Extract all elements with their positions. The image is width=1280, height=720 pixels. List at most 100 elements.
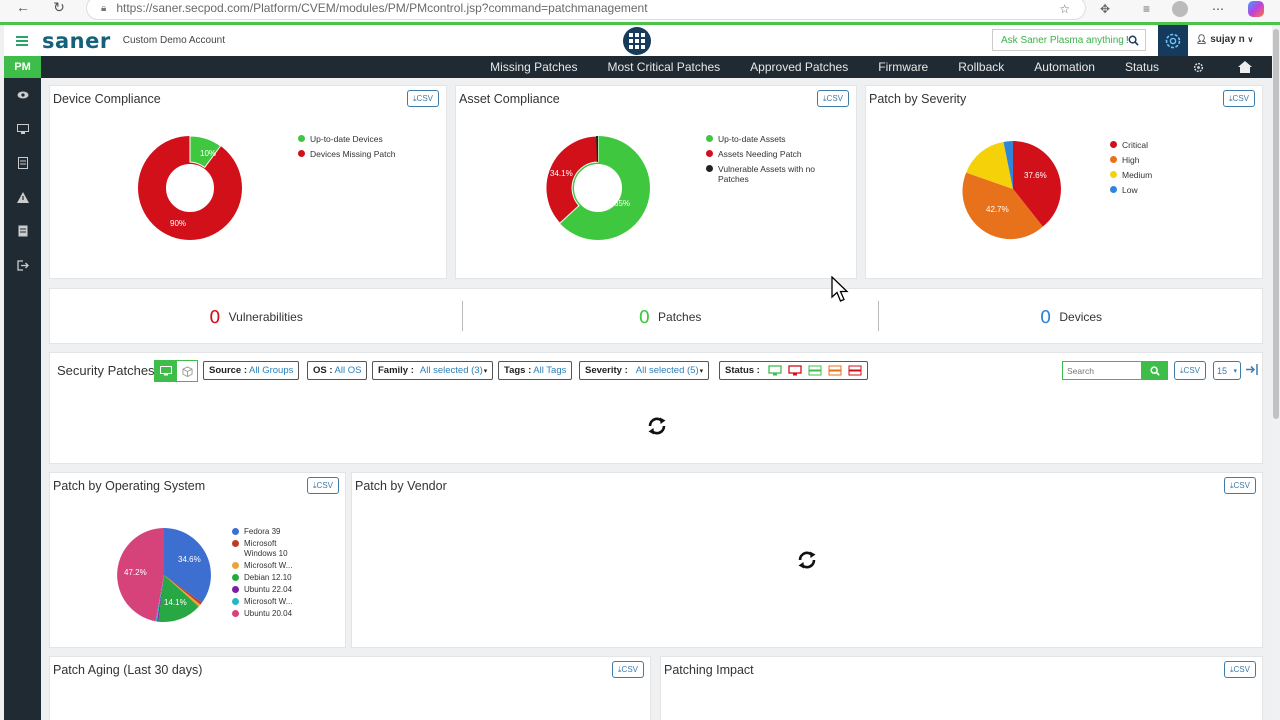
slice-label: 34.1%	[550, 169, 573, 178]
csv-export-button[interactable]: ⤓ CSV	[407, 90, 439, 107]
csv-export-button[interactable]: ⤓ CSV	[612, 661, 644, 678]
legend-label: Microsoft Windows 10	[244, 539, 288, 558]
csv-export-button[interactable]: ⤓ CSV	[1224, 477, 1256, 494]
legend-item[interactable]: Up-to-date Devices	[298, 134, 396, 144]
os-filter[interactable]: OS : All OS	[307, 361, 368, 380]
scrollbar-thumb[interactable]	[1273, 29, 1279, 419]
legend-dot	[1110, 156, 1117, 163]
search-input[interactable]	[1062, 361, 1142, 380]
legend-label: Vulnerable Assets with no Patches	[718, 164, 816, 184]
reload-icon[interactable]: ↻	[48, 0, 70, 16]
eye-icon[interactable]	[4, 78, 41, 112]
vulnerabilities-counter[interactable]: 0 Vulnerabilities	[50, 289, 462, 345]
counter-label: Devices	[1059, 310, 1103, 324]
status-filter: Status :	[719, 361, 868, 380]
left-rail: PM	[4, 56, 41, 720]
logout-icon[interactable]	[4, 248, 41, 282]
legend-item[interactable]: Microsoft W...	[232, 597, 302, 607]
csv-export-button[interactable]: ⤓ CSV	[1224, 661, 1256, 678]
search-button[interactable]	[1142, 361, 1168, 380]
ask-saner-search[interactable]: Ask Saner Plasma anything !	[992, 29, 1146, 51]
legend-item[interactable]: Ubuntu 22.04	[232, 585, 302, 595]
filter-value: All Tags	[533, 365, 567, 376]
patches-counter[interactable]: 0 Patches	[462, 289, 878, 345]
nav-settings-icon[interactable]	[1193, 62, 1204, 73]
legend-item[interactable]: Low	[1110, 185, 1152, 195]
asset-compliance-legend: Up-to-date Assets Assets Needing Patch V…	[706, 134, 816, 189]
rail-pm-tab[interactable]: PM	[4, 56, 41, 78]
apps-grid-icon[interactable]	[623, 27, 651, 55]
page-size-value: 15	[1217, 365, 1228, 376]
csv-export-button[interactable]: ⤓ CSV	[817, 90, 849, 107]
family-filter[interactable]: Family : All selected (3) ▾	[372, 361, 494, 380]
status-monitor-red-icon[interactable]	[788, 365, 802, 376]
legend-item[interactable]: High	[1110, 155, 1152, 165]
home-icon[interactable]	[1238, 61, 1252, 73]
caret-down-icon: ▾	[1233, 367, 1237, 375]
caret-down-icon: ▾	[483, 367, 488, 375]
nav-missing-patches[interactable]: Missing Patches	[490, 60, 577, 74]
page-scrollbar[interactable]	[1272, 25, 1280, 720]
legend-dot	[706, 150, 713, 157]
status-server-orange-icon[interactable]	[828, 365, 842, 376]
counter-label: Patches	[658, 310, 702, 324]
source-filter[interactable]: Source : All Groups	[203, 361, 300, 380]
extensions-icon[interactable]: ✥	[1100, 2, 1110, 16]
nav-rollback[interactable]: Rollback	[958, 60, 1004, 74]
expand-icon[interactable]	[1245, 363, 1259, 379]
cube-view-icon[interactable]	[177, 361, 197, 381]
counter-value: 0	[638, 306, 651, 328]
user-menu[interactable]: 👤︎ sujay n ∨	[1196, 34, 1253, 45]
legend-dot	[1110, 186, 1117, 193]
csv-export-button[interactable]: ⤓ CSV	[1223, 90, 1255, 107]
csv-export-button[interactable]: ⤓ CSV	[307, 477, 339, 494]
back-arrow-icon[interactable]: ←	[12, 0, 34, 16]
status-server-green-icon[interactable]	[808, 365, 822, 376]
document-icon[interactable]	[4, 214, 41, 248]
counter-label: Vulnerabilities	[228, 310, 303, 324]
settings-gear-icon[interactable]	[1158, 25, 1188, 56]
legend-label: Up-to-date Assets	[718, 134, 786, 144]
monitor-view-icon[interactable]	[155, 361, 177, 381]
legend-dot	[232, 598, 239, 605]
legend-item[interactable]: Fedora 39	[232, 527, 302, 537]
hamburger-menu-icon[interactable]	[16, 35, 28, 46]
device-compliance-donut: 10% 90%	[138, 135, 242, 240]
legend-item[interactable]: Critical	[1110, 140, 1152, 150]
slice-assets-needing-patch	[545, 135, 599, 225]
nav-firmware[interactable]: Firmware	[878, 60, 928, 74]
copilot-icon[interactable]	[1248, 1, 1264, 17]
nav-approved-patches[interactable]: Approved Patches	[750, 60, 848, 74]
csv-export-button[interactable]: ⤓ CSV	[1174, 361, 1206, 380]
legend-item[interactable]: Vulnerable Assets with no Patches	[706, 164, 816, 184]
legend-item[interactable]: Assets Needing Patch	[706, 149, 816, 159]
summary-counters-card: 0 Vulnerabilities 0 Patches 0 Devices	[49, 288, 1263, 344]
patch-severity-pie: 37.6% 42.7%	[962, 141, 1061, 240]
device-compliance-card: Device Compliance ⤓ CSV 10% 90% Up-to-dat…	[49, 85, 447, 279]
warning-icon[interactable]	[4, 180, 41, 214]
legend-item[interactable]: Devices Missing Patch	[298, 149, 396, 159]
page-size-select[interactable]: 15 ▾	[1213, 361, 1241, 380]
nav-most-critical-patches[interactable]: Most Critical Patches	[607, 60, 720, 74]
star-icon[interactable]: ☆	[1059, 2, 1070, 16]
nav-status[interactable]: Status	[1125, 60, 1159, 74]
status-monitor-green-icon[interactable]	[768, 365, 782, 376]
report-icon[interactable]	[4, 146, 41, 180]
profile-icon[interactable]	[1172, 1, 1188, 17]
legend-item[interactable]: Medium	[1110, 170, 1152, 180]
nav-automation[interactable]: Automation	[1034, 60, 1095, 74]
legend-item[interactable]: Up-to-date Assets	[706, 134, 816, 144]
address-bar[interactable]: 🔒︎ https://saner.secpod.com/Platform/CVE…	[86, 0, 1086, 20]
more-icon[interactable]: ⋯	[1212, 2, 1224, 16]
slice-label: 42.7%	[986, 205, 1009, 214]
legend-item[interactable]: Microsoft Windows 10	[232, 539, 302, 559]
legend-item[interactable]: Debian 12.10	[232, 573, 302, 583]
status-server-red-icon[interactable]	[848, 365, 862, 376]
favorites-icon[interactable]: ≡	[1143, 2, 1150, 16]
legend-item[interactable]: Microsoft W...	[232, 561, 302, 571]
tags-filter[interactable]: Tags : All Tags	[498, 361, 573, 380]
legend-item[interactable]: Ubuntu 20.04	[232, 609, 302, 619]
severity-filter[interactable]: Severity : All selected (5) ▾	[579, 361, 710, 380]
monitor-icon[interactable]	[4, 112, 41, 146]
devices-counter[interactable]: 0 Devices	[878, 289, 1264, 345]
